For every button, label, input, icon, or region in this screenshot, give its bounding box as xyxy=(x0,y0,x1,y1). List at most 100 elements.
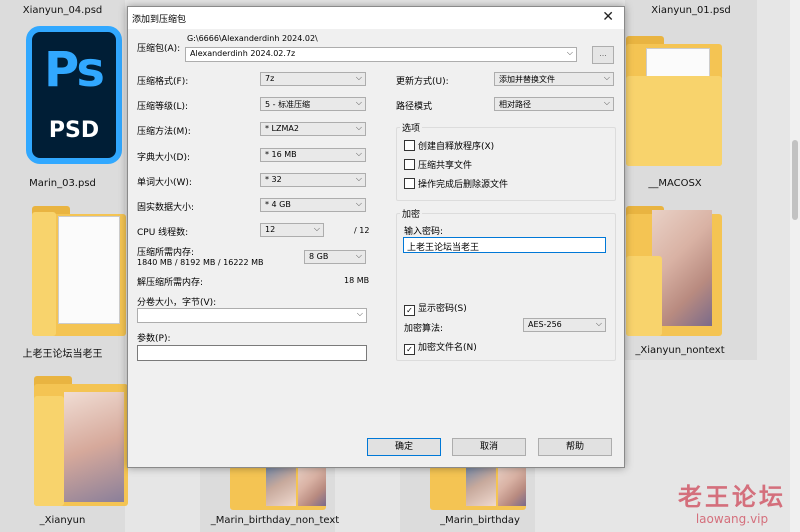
format-select[interactable]: 7z ⌵ xyxy=(260,72,366,86)
archive-path-text: G:\6666\Alexanderdinh 2024.02\ xyxy=(187,34,318,43)
chevron-down-icon: ⌵ xyxy=(313,224,320,233)
watermark-url: laowang.vip xyxy=(695,512,769,526)
encryption-group-title: 加密 xyxy=(400,207,423,220)
level-label: 压缩等级(L): xyxy=(137,102,189,112)
checkbox-box xyxy=(404,159,415,170)
chevron-down-icon: ⌵ xyxy=(355,174,362,183)
split-size-combo[interactable]: ⌵ xyxy=(137,308,367,323)
password-label: 输入密码: xyxy=(404,227,444,237)
encrypt-filenames-label: 加密文件名(N) xyxy=(418,343,477,353)
file-label-marin-birthday: _Marin_birthday xyxy=(440,515,520,526)
cpu-threads-label: CPU 线程数: xyxy=(137,228,189,238)
dialog-titlebar[interactable]: 添加到压缩包 ✕ xyxy=(128,7,624,29)
chevron-down-icon: ⌵ xyxy=(603,98,610,107)
checkbox-box xyxy=(404,178,415,189)
checkbox-box: ✓ xyxy=(404,305,415,316)
folder-preview-image xyxy=(64,392,124,502)
solid-block-label: 固实数据大小: xyxy=(137,203,195,213)
chevron-down-icon: ⌵ xyxy=(355,199,362,208)
cpu-threads-total: / 12 xyxy=(354,226,370,235)
memory-limit-select[interactable]: 8 GB ⌵ xyxy=(304,250,366,264)
close-icon[interactable]: ✕ xyxy=(602,9,614,25)
chevron-down-icon: ⌵ xyxy=(356,309,363,318)
level-value: 5 - 标准压缩 xyxy=(265,100,311,109)
archive-name-value: Alexanderdinh 2024.02.7z xyxy=(190,49,296,58)
encrypt-filenames-checkbox[interactable]: ✓ 加密文件名(N) xyxy=(404,340,477,355)
encryption-method-select[interactable]: AES-256 ⌵ xyxy=(523,318,606,332)
folder-preview-image xyxy=(498,466,526,506)
chevron-down-icon: ⌵ xyxy=(355,73,362,82)
path-mode-value: 相对路径 xyxy=(499,100,531,109)
show-password-label: 显示密码(S) xyxy=(418,304,467,314)
file-label-xianyun-01: Xianyun_01.psd xyxy=(651,5,731,16)
split-size-label: 分卷大小，字节(V): xyxy=(137,298,217,308)
explorer-scrollbar[interactable] xyxy=(790,0,800,532)
browse-button[interactable]: ... xyxy=(592,46,614,64)
folder-icon xyxy=(230,466,326,510)
memory-decompress-value: 18 MB xyxy=(344,276,370,285)
cpu-threads-select[interactable]: 12 ⌵ xyxy=(260,223,324,237)
cancel-button[interactable]: 取消 xyxy=(452,438,526,456)
folder-preview-image xyxy=(466,466,496,506)
compress-shared-label: 压缩共享文件 xyxy=(418,161,473,171)
dictionary-select[interactable]: * 16 MB ⌵ xyxy=(260,148,366,162)
add-to-archive-dialog: 添加到压缩包 ✕ 压缩包(A): G:\6666\Alexanderdinh 2… xyxy=(127,6,625,468)
chevron-down-icon: ⌵ xyxy=(355,149,362,158)
folder-icon xyxy=(34,376,128,506)
chevron-down-icon: ⌵ xyxy=(355,98,362,107)
watermark-text: 老王论坛 xyxy=(678,483,786,511)
compress-shared-checkbox[interactable]: 压缩共享文件 xyxy=(404,158,472,171)
level-select[interactable]: 5 - 标准压缩 ⌵ xyxy=(260,97,366,111)
create-sfx-checkbox[interactable]: 创建自释放程序(X) xyxy=(404,139,494,152)
method-select[interactable]: * LZMA2 ⌵ xyxy=(260,122,366,136)
solid-block-select[interactable]: * 4 GB ⌵ xyxy=(260,198,366,212)
solid-block-value: * 4 GB xyxy=(265,200,291,209)
file-label-xianyun-nontext: _Xianyun_nontext xyxy=(635,345,725,356)
psd-icon-ext-text: PSD xyxy=(48,118,100,143)
password-input[interactable]: 上老王论坛当老王 xyxy=(403,237,606,253)
chevron-down-icon: ⌵ xyxy=(355,251,362,260)
memory-compress-label: 压缩所需内存: xyxy=(137,248,195,258)
file-label-marin-03: Marin_03.psd xyxy=(29,178,96,189)
encryption-method-value: AES-256 xyxy=(528,320,562,329)
parameters-label: 参数(P): xyxy=(137,334,171,344)
method-label: 压缩方法(M): xyxy=(137,127,191,137)
scrollbar-thumb[interactable] xyxy=(792,140,798,220)
update-mode-value: 添加并替换文件 xyxy=(499,75,555,84)
psd-icon-ps-text: Ps xyxy=(44,42,105,98)
encryption-method-label: 加密算法: xyxy=(404,324,444,334)
chevron-down-icon: ⌵ xyxy=(355,123,362,132)
chevron-down-icon: ⌵ xyxy=(566,48,573,57)
chevron-down-icon: ⌵ xyxy=(595,319,602,328)
folder-icon xyxy=(626,36,722,166)
help-button[interactable]: 帮助 xyxy=(538,438,612,456)
folder-icon xyxy=(32,206,126,336)
word-size-value: * 32 xyxy=(265,175,282,184)
path-mode-select[interactable]: 相对路径 ⌵ xyxy=(494,97,614,111)
memory-decompress-label: 解压缩所需内存: xyxy=(137,278,204,288)
chevron-down-icon: ⌵ xyxy=(603,73,610,82)
psd-file-icon: Ps PSD xyxy=(26,26,122,164)
file-label-macosx: __MACOSX xyxy=(648,178,702,189)
options-group-title: 选项 xyxy=(400,121,423,134)
archive-name-combo[interactable]: Alexanderdinh 2024.02.7z ⌵ xyxy=(185,47,577,62)
word-size-label: 单词大小(W): xyxy=(137,178,192,188)
show-password-checkbox[interactable]: ✓ 显示密码(S) xyxy=(404,301,467,316)
dialog-title: 添加到压缩包 xyxy=(132,15,187,25)
folder-preview-image xyxy=(298,466,326,506)
archive-label: 压缩包(A): xyxy=(137,44,181,54)
folder-icon xyxy=(430,466,526,510)
checkbox-box: ✓ xyxy=(404,344,415,355)
update-mode-label: 更新方式(U): xyxy=(396,77,449,87)
ok-button[interactable]: 确定 xyxy=(367,438,441,456)
dictionary-label: 字典大小(D): xyxy=(137,153,190,163)
delete-after-label: 操作完成后删除源文件 xyxy=(418,180,509,190)
word-size-select[interactable]: * 32 ⌵ xyxy=(260,173,366,187)
format-label: 压缩格式(F): xyxy=(137,77,189,87)
parameters-input[interactable] xyxy=(137,345,367,361)
delete-after-checkbox[interactable]: 操作完成后删除源文件 xyxy=(404,177,508,190)
memory-compress-value: 1840 MB / 8192 MB / 16222 MB xyxy=(137,258,264,267)
site-watermark: 老王论坛 laowang.vip xyxy=(678,477,786,526)
update-mode-select[interactable]: 添加并替换文件 ⌵ xyxy=(494,72,614,86)
cpu-threads-value: 12 xyxy=(265,225,276,234)
